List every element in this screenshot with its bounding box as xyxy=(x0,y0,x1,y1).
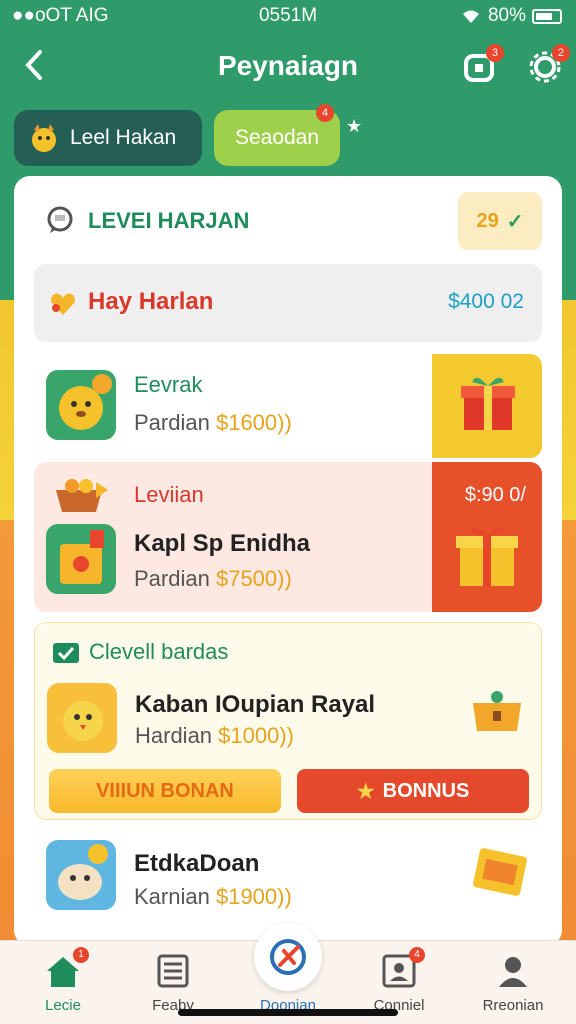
row-sub-label: Pardian xyxy=(134,410,210,435)
row-subtitle: Pardian $1600)) xyxy=(134,410,292,436)
star-icon: ★ xyxy=(356,780,375,803)
item-icon xyxy=(47,683,117,753)
status-bar: ●●oOT AIG 0551M 80% xyxy=(0,0,576,32)
gift-tag-icon xyxy=(53,643,79,663)
nav-label: Lecie xyxy=(45,997,81,1014)
nav-badge: 4 xyxy=(409,947,425,963)
nav-item-profile[interactable]: Rreonian xyxy=(458,947,568,1023)
reward-row-1[interactable]: Eevrak Pardian $1600)) xyxy=(34,354,542,458)
tab-label: Leel Hakan xyxy=(70,126,177,149)
heart-coin-icon xyxy=(51,293,75,315)
hay-amount: $400 02 xyxy=(448,290,524,313)
checkmark-icon: ✓ xyxy=(506,210,524,233)
settings-button[interactable]: 2 xyxy=(528,44,570,84)
gold-gift-icon xyxy=(456,527,518,586)
tab-seasonal[interactable]: Seaodan 4 xyxy=(214,104,340,166)
row-amount: $7500)) xyxy=(215,566,292,591)
row-sub-label: Hardian xyxy=(135,723,213,748)
row-subtitle: Hardian $1000)) xyxy=(135,723,294,749)
reward-side-panel: $:90 0/ xyxy=(432,462,542,612)
item-icon xyxy=(46,840,116,910)
mascot-icon xyxy=(32,124,56,152)
row-sub-label: Karnian xyxy=(134,884,210,909)
row-title: Kaban IOupian Rayal xyxy=(135,691,376,718)
row-title: EtdkaDoan xyxy=(134,850,260,877)
reward-row-3[interactable]: Clevell bardas Kaban IOupian Rayal Hardi… xyxy=(34,622,542,820)
row-title: Kapl Sp Enidha xyxy=(134,530,311,557)
nav-label: Rreonian xyxy=(482,997,544,1014)
side-price: $:90 0/ xyxy=(464,484,526,506)
reward-side-panel xyxy=(432,354,542,458)
hay-harlan-row[interactable]: Hay Harlan $400 02 xyxy=(34,264,542,342)
list-icon xyxy=(153,951,193,991)
contact-card-icon: 4 xyxy=(379,947,425,991)
app-header: Peynaiagn 3 2 xyxy=(0,40,576,96)
gold-ticket-icon xyxy=(473,848,527,896)
gift-bag-icon xyxy=(60,530,104,584)
level-card: LEVEI HARJAN 29 ✓ Hay Harlan $400 02 Eev… xyxy=(14,176,562,946)
row-amount: $1600)) xyxy=(215,410,292,435)
row-subtitle: Pardian $7500)) xyxy=(134,566,292,592)
nav-item-home[interactable]: 1 Lecie xyxy=(8,947,118,1023)
gift-badge: 3 xyxy=(486,44,504,62)
sparkle-icon: ★ xyxy=(346,116,363,136)
chick-mascot-icon xyxy=(63,701,103,741)
status-right: 80% xyxy=(460,5,562,27)
chat-bubble-icon xyxy=(47,206,73,233)
row-subtitle: Karnian $1900)) xyxy=(134,884,292,910)
basket-icon xyxy=(56,479,108,512)
row-kicker: Leviian xyxy=(134,482,204,507)
daily-check-pill[interactable]: 29 ✓ xyxy=(458,192,542,250)
gift-box-icon xyxy=(461,377,515,430)
item-icon xyxy=(46,370,116,440)
tab-label: Seaodan xyxy=(234,126,320,149)
wifi-icon xyxy=(462,10,479,23)
treasure-basket-icon xyxy=(473,691,521,731)
person-icon xyxy=(493,951,533,991)
home-indicator xyxy=(178,1009,398,1016)
row-kicker: Clevell bardas xyxy=(89,639,229,664)
bottom-nav: 1 Lecie Feaby Doonian 4 Conniel Rreonian xyxy=(0,923,576,1024)
row-amount: $1900)) xyxy=(215,884,292,909)
level-title: LEVEI HARJAN xyxy=(88,208,250,233)
battery-text: 80% xyxy=(487,5,526,26)
row-sub-label: Pardian xyxy=(134,566,210,591)
row-kicker: Eevrak xyxy=(134,372,203,397)
gift-button[interactable]: 3 xyxy=(462,44,504,84)
tab-badge: 4 xyxy=(316,104,334,122)
bonus-button[interactable]: ★ BONNUS xyxy=(297,769,529,813)
card-header: LEVEI HARJAN 29 ✓ xyxy=(14,176,562,262)
row-amount: $1000)) xyxy=(218,723,295,748)
hay-label: Hay Harlan xyxy=(88,288,214,315)
home-icon: 1 xyxy=(43,947,89,991)
check-value: 29 xyxy=(476,209,499,232)
nav-badge: 1 xyxy=(73,947,89,963)
vip-bonus-button[interactable]: VIIIUN BONAN xyxy=(49,769,281,813)
hamster-mascot-icon xyxy=(58,844,108,900)
tab-level-harian[interactable]: Leel Hakan xyxy=(14,110,202,166)
dog-mascot-icon xyxy=(59,374,112,430)
reward-row-2[interactable]: Leviian Kapl Sp Enidha Pardian $7500)) $… xyxy=(34,462,542,612)
item-icon xyxy=(46,524,116,594)
bonus-label: BONNUS xyxy=(382,779,470,802)
battery-icon xyxy=(532,8,562,24)
reward-row-4[interactable]: EtdkaDoan Karnian $1900)) xyxy=(34,830,542,934)
settings-badge: 2 xyxy=(552,44,570,62)
